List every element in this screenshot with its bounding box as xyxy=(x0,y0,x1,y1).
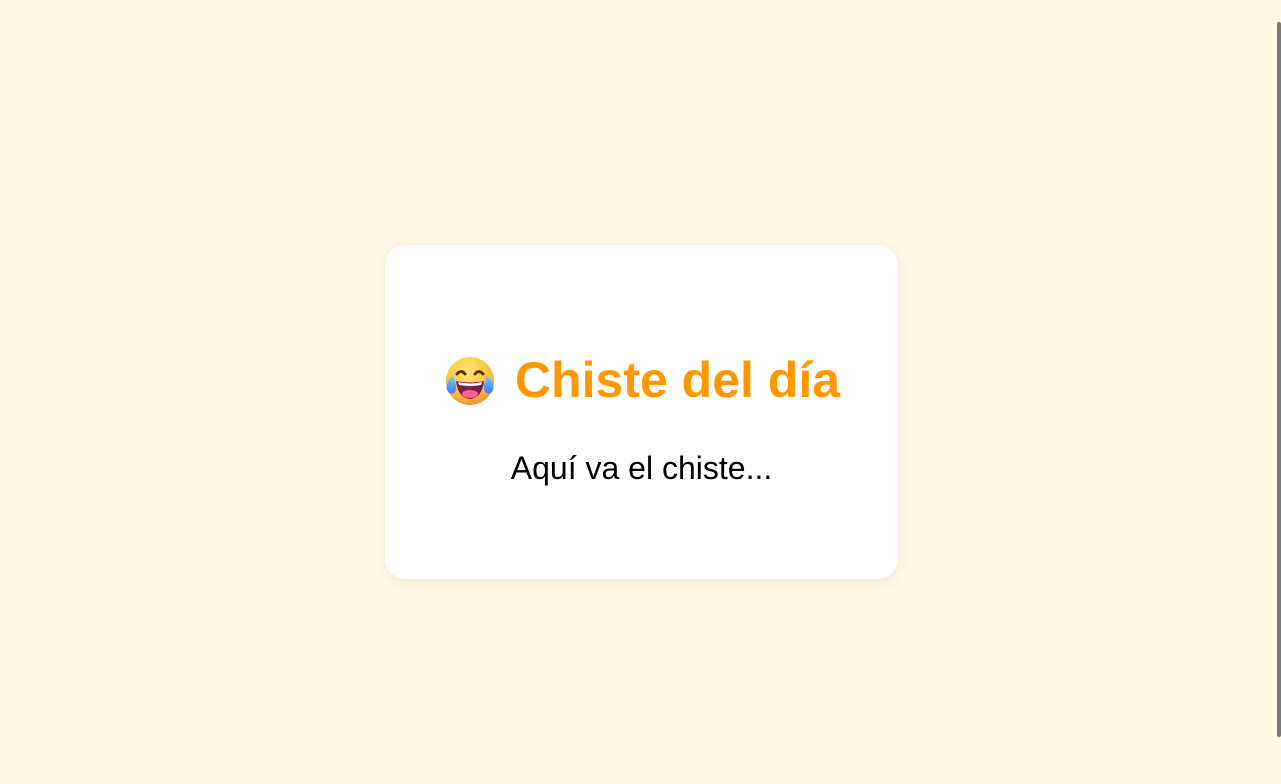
vertical-scrollbar[interactable] xyxy=(1277,22,1281,737)
card-header: Chiste del día xyxy=(385,351,898,409)
card-title: Chiste del día xyxy=(514,352,841,408)
joke-card: Chiste del día Aquí va el chiste... xyxy=(385,245,898,579)
laughing-tears-emoji-icon xyxy=(443,354,497,408)
joke-text: Aquí va el chiste... xyxy=(510,450,773,486)
